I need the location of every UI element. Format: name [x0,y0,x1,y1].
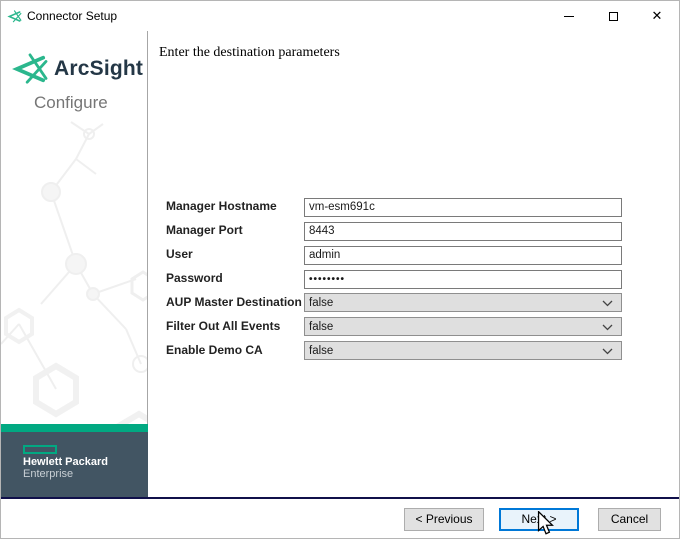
maximize-button[interactable] [591,1,635,31]
minimize-button[interactable] [547,1,591,31]
user-label: User [166,247,193,261]
password-input[interactable] [304,270,622,289]
filter-out-all-events-label: Filter Out All Events [166,319,281,333]
form-row-password: Password [149,269,679,289]
hpe-logo-line2: Enterprise [23,468,74,480]
arcsight-logo-icon [7,10,22,23]
title-bar: Connector Setup ✕ [1,1,679,31]
form-row-manager-hostname: Manager Hostname [149,197,679,217]
enable-demo-ca-value: false [309,344,334,357]
arcsight-logo-icon [12,53,48,84]
aup-master-destination-label: AUP Master Destination [166,295,302,309]
form-row-aup-master-destination: AUP Master Destination false [149,293,679,312]
wizard-step-label: Configure [34,93,108,112]
user-input[interactable] [304,245,622,265]
aup-master-destination-value: false [309,296,334,309]
hpe-logo-line1: Hewlett Packard [23,456,108,468]
manager-port-label: Manager Port [166,223,243,237]
hpe-rectangle-icon [23,445,57,454]
form-row-filter-out-all-events: Filter Out All Events false [149,317,679,336]
manager-port-input[interactable] [304,221,622,241]
filter-out-all-events-value: false [309,320,334,333]
minimize-icon [564,15,574,17]
manager-hostname-label: Manager Hostname [166,199,277,213]
chevron-down-icon [602,324,613,331]
wizard-content: Enter the destination parameters Manager… [149,31,679,497]
manager-hostname-input[interactable] [304,197,622,217]
accent-bar [1,424,148,432]
aup-master-destination-select[interactable]: false [304,293,622,312]
form-row-manager-port: Manager Port [149,221,679,241]
password-label: Password [166,271,223,285]
close-icon: ✕ [651,8,663,23]
arcsight-brand: ArcSight [11,53,143,85]
connector-setup-window: Connector Setup ✕ ArcSight Configure Hew… [0,0,680,539]
wizard-sidebar: ArcSight Configure [1,31,148,424]
wizard-footer: < Previous Next > Cancel [1,499,679,538]
brand-name: ArcSight [54,57,144,80]
enable-demo-ca-select[interactable]: false [304,341,622,360]
hpe-logo-block: Hewlett Packard Enterprise [1,432,148,497]
chevron-down-icon [602,348,613,355]
molecule-pattern-decoration [1,121,147,424]
previous-button[interactable]: < Previous [404,508,484,531]
mouse-cursor [537,511,554,535]
filter-out-all-events-select[interactable]: false [304,317,622,336]
form-row-enable-demo-ca: Enable Demo CA false [149,341,679,360]
enable-demo-ca-label: Enable Demo CA [166,343,263,357]
cancel-button[interactable]: Cancel [598,508,661,531]
window-title: Connector Setup [27,9,118,23]
maximize-icon [608,11,618,21]
page-title: Enter the destination parameters [159,45,340,60]
chevron-down-icon [602,300,613,307]
close-button[interactable]: ✕ [635,1,679,31]
form-row-user: User [149,245,679,265]
